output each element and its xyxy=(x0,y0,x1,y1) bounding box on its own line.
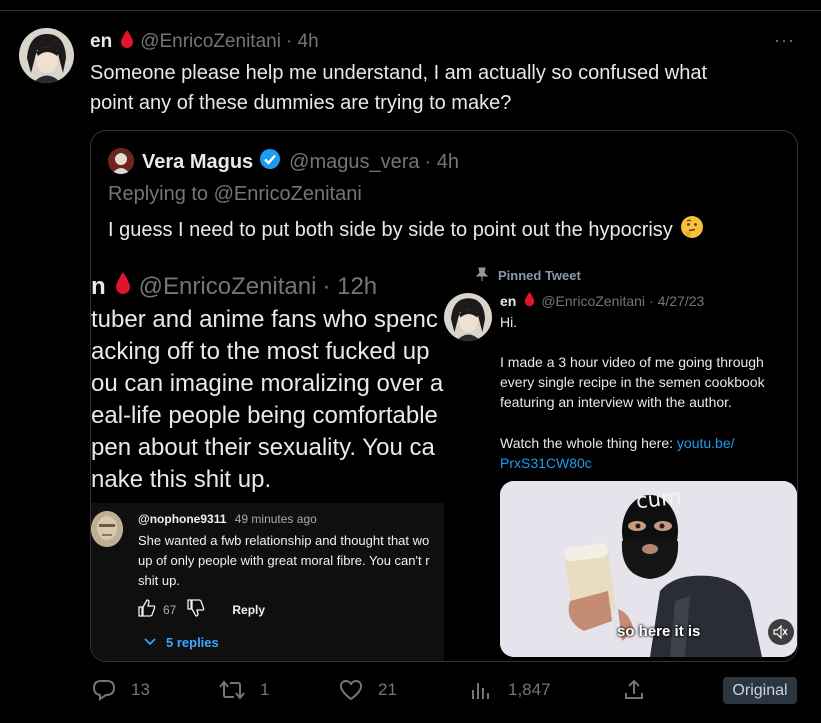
pinned-body-line: featuring an interview with the author. xyxy=(500,394,732,410)
left-image-line: nake this shit up. xyxy=(91,466,272,493)
share-icon xyxy=(622,678,646,702)
views-count: 1,847 xyxy=(508,680,551,699)
screenshot-right[interactable]: Pinned Tweet en @EnricoZenitani · 4/27/2… xyxy=(444,259,797,661)
share-button[interactable] xyxy=(622,678,646,702)
left-image-text: tuber and anime fans who spenc acking of… xyxy=(91,304,443,496)
author-name[interactable]: en xyxy=(90,31,112,53)
tweet-header: en @EnricoZenitani · 4h xyxy=(90,30,319,54)
left-image-header: n @EnricoZenitani · 12h xyxy=(91,271,377,302)
left-image-line: eal-life people being comfortable xyxy=(91,402,438,429)
original-button[interactable]: Original xyxy=(723,677,797,704)
comment-likes: 67 xyxy=(163,602,177,617)
youtube-comment: @nophone9311 49 minutes ago She wanted a… xyxy=(91,503,444,661)
retweet-icon xyxy=(218,678,246,702)
thumbs-down-icon xyxy=(186,598,206,621)
pinned-body: I made a 3 hour video of me going throug… xyxy=(500,352,765,412)
quote-header: Vera Magus @magus_vera · 4h xyxy=(142,149,459,175)
pinned-watch: Watch the whole thing here: youtu.be/ Pr… xyxy=(500,433,735,473)
comment-time: 49 minutes ago xyxy=(234,512,317,526)
comment-username: @nophone9311 xyxy=(138,512,227,526)
video-link-cont: PrxS31CW80c xyxy=(500,455,592,471)
pinned-tweet-meta: en @EnricoZenitani · 4/27/23 xyxy=(500,291,704,310)
heart-icon xyxy=(338,678,364,702)
left-image-line: acking off to the most fucked up xyxy=(91,338,430,365)
video-thumbnail: cum so here it is xyxy=(500,481,797,657)
pinned-greeting: Hi. xyxy=(500,314,518,330)
screenshot-left[interactable]: n @EnricoZenitani · 12h tuber and anime … xyxy=(91,259,444,661)
blood-drop-icon xyxy=(120,29,134,55)
pinned-body-line: every single recipe in the semen cookboo… xyxy=(500,374,765,390)
reply-count: 13 xyxy=(131,680,150,699)
comment-line: She wanted a fwb relationship and though… xyxy=(138,533,430,548)
replying-to[interactable]: Replying to @EnricoZenitani xyxy=(108,183,362,206)
left-image-line: pen about their sexuality. You ca xyxy=(91,434,435,461)
blood-drop-icon xyxy=(524,291,535,310)
quote-avatar[interactable] xyxy=(108,148,134,174)
comment-replies-count: 5 replies xyxy=(166,635,219,650)
chevron-down-icon xyxy=(143,635,157,650)
left-image-author: n xyxy=(91,272,106,300)
views-icon xyxy=(468,678,494,702)
author-avatar[interactable] xyxy=(19,28,74,83)
retweet-count: 1 xyxy=(260,680,270,699)
mask-text: cum xyxy=(634,484,683,514)
quote-time[interactable]: · 4h xyxy=(425,151,459,174)
quote-text-content: I guess I need to put both side by side … xyxy=(108,218,673,241)
pin-icon xyxy=(475,267,489,284)
views-button[interactable]: 1,847 xyxy=(468,678,551,702)
comment-actions: 67 Reply xyxy=(137,598,265,621)
more-options-icon[interactable]: ··· xyxy=(774,30,795,51)
author-handle[interactable]: @EnricoZenitani xyxy=(140,31,281,53)
pinned-author-name: en xyxy=(500,292,517,309)
pinned-body-line: I made a 3 hour video of me going throug… xyxy=(500,354,764,370)
comment-reply: Reply xyxy=(232,602,266,617)
comment-avatar xyxy=(91,511,123,547)
watch-text: Watch the whole thing here: xyxy=(500,435,677,451)
thumbs-up-icon xyxy=(137,598,157,621)
comment-meta: @nophone9311 49 minutes ago xyxy=(138,512,317,526)
comment-text: She wanted a fwb relationship and though… xyxy=(138,531,430,591)
pinned-handle: @EnricoZenitani xyxy=(541,292,646,309)
quote-author-name[interactable]: Vera Magus xyxy=(142,151,253,174)
comment-replies: 5 replies xyxy=(143,635,219,650)
like-button[interactable]: 21 xyxy=(338,678,397,702)
quoted-tweet[interactable]: Vera Magus @magus_vera · 4h Replying to … xyxy=(90,130,798,662)
left-image-time: · 12h xyxy=(322,272,378,300)
reply-icon xyxy=(91,678,117,702)
pinned-author-avatar xyxy=(444,293,492,341)
blood-drop-icon xyxy=(115,271,131,302)
mute-icon[interactable] xyxy=(768,619,794,645)
comment-line: shit up. xyxy=(138,573,180,588)
top-divider xyxy=(0,10,821,11)
pinned-tweet-header: Pinned Tweet xyxy=(475,267,581,284)
left-image-handle: @EnricoZenitani xyxy=(138,272,317,300)
quote-text: I guess I need to put both side by side … xyxy=(108,215,704,245)
video-caption: so here it is xyxy=(617,623,701,640)
thinking-face-icon xyxy=(680,215,704,245)
left-image-line: ou can imagine moralizing over a xyxy=(91,370,444,397)
tweet-text-line: point any of these dummies are trying to… xyxy=(90,92,512,114)
video-link: youtu.be/ xyxy=(676,435,735,451)
comment-line: up of only people with great moral fibre… xyxy=(138,553,430,568)
like-count: 21 xyxy=(378,680,397,699)
reply-button[interactable]: 13 xyxy=(91,678,150,702)
tweet-text-line: Someone please help me understand, I am … xyxy=(90,62,708,84)
quote-handle[interactable]: @magus_vera xyxy=(289,151,419,174)
pinned-label: Pinned Tweet xyxy=(498,268,581,283)
pinned-time: · 4/27/23 xyxy=(649,292,705,309)
left-image-line: tuber and anime fans who spenc xyxy=(91,306,438,333)
retweet-button[interactable]: 1 xyxy=(218,678,269,702)
tweet-time[interactable]: · 4h xyxy=(286,31,319,53)
tweet-text: Someone please help me understand, I am … xyxy=(90,58,790,118)
verified-badge-icon xyxy=(259,148,281,176)
